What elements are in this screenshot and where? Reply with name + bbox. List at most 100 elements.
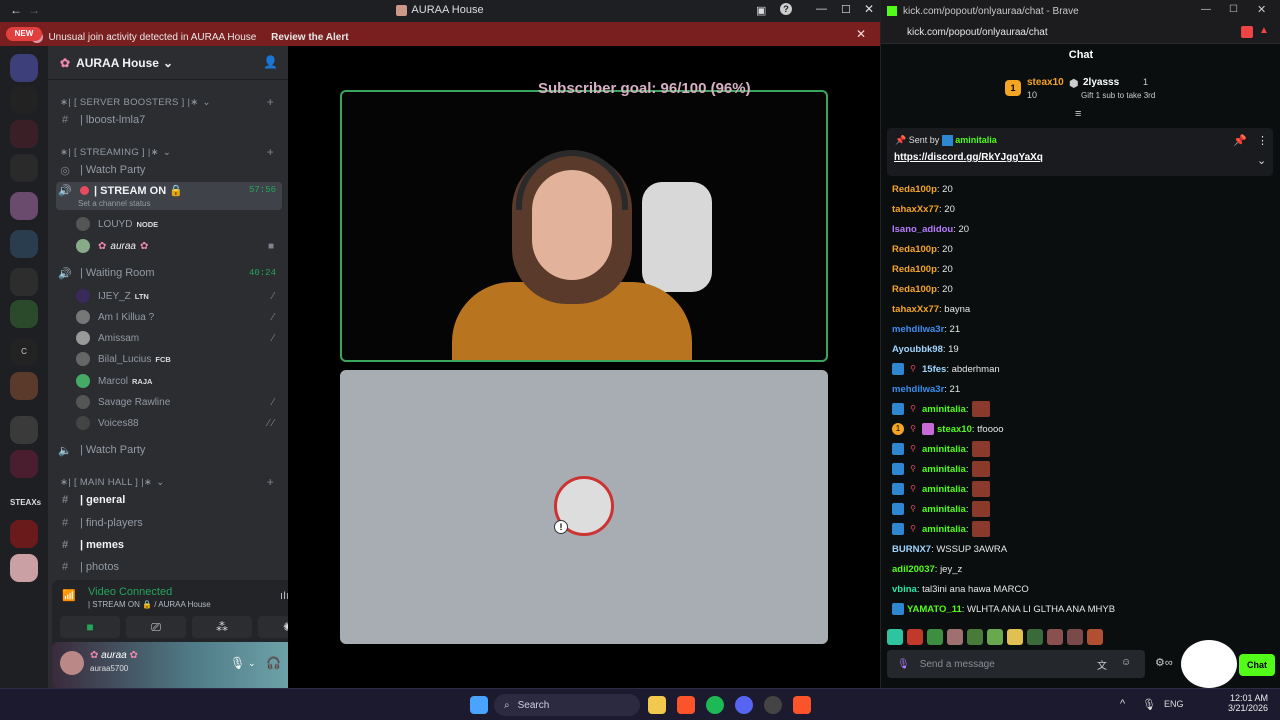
rewards-icon[interactable]: ▲ [1259, 25, 1269, 36]
voice-user[interactable]: Marcol RAJA [76, 371, 282, 391]
new-pill[interactable]: NEW [6, 27, 42, 41]
settings-icon[interactable]: ⚙∞ [1155, 656, 1173, 669]
dismiss-alert-icon[interactable]: ✕ [856, 27, 866, 41]
chat-username[interactable]: mehdilwa3r [892, 324, 944, 335]
video-tile[interactable]: ! [340, 370, 828, 644]
input-language[interactable]: ENG [1164, 699, 1184, 709]
chat-username[interactable]: Reda100p [892, 244, 937, 255]
channel-waiting-room[interactable]: 🔊 | Waiting Room 40:24 [56, 263, 282, 283]
expand-icon[interactable]: ≡ [1075, 108, 1081, 120]
close-icon[interactable]: ✕ [864, 2, 874, 16]
quick-emote[interactable] [987, 629, 1003, 645]
minimize-icon[interactable]: — [816, 3, 827, 15]
server-icon[interactable] [10, 450, 38, 478]
server-icon[interactable] [10, 372, 38, 400]
chat-message[interactable]: ⚲ 15fes: abderhman [892, 360, 1272, 380]
create-channel-icon[interactable]: + [267, 95, 274, 109]
voice-user[interactable]: Amissam ⁄ [76, 328, 282, 348]
file-explorer-icon[interactable] [648, 696, 666, 714]
unpin-icon[interactable]: 📌 [1233, 134, 1247, 147]
quick-emote[interactable] [907, 629, 923, 645]
chat-username[interactable]: 15fes [922, 364, 946, 375]
activities-button[interactable]: ⁂ [192, 616, 252, 638]
quick-emote[interactable] [1027, 629, 1043, 645]
chat-username[interactable]: adil20037 [892, 564, 935, 575]
taskbar-clock[interactable]: 12:01 AM 3/21/2026 [1228, 693, 1268, 713]
voice-user[interactable]: Bilal_Lucius FCB [76, 349, 282, 369]
voice-user[interactable]: LOUYD NODE [76, 214, 282, 234]
create-channel-icon[interactable]: + [267, 145, 274, 159]
channel-general[interactable]: # | general [56, 490, 282, 510]
channel-memes[interactable]: # | memes [56, 535, 282, 555]
discord-app-icon[interactable] [735, 696, 753, 714]
chat-message[interactable]: tahaxXx77: 20 [892, 200, 1272, 220]
chat-username[interactable]: aminitalia [922, 484, 966, 495]
brave-browser-icon[interactable] [677, 696, 695, 714]
server-icon[interactable] [10, 192, 38, 220]
inbox-icon[interactable]: ▣ [756, 4, 766, 17]
chat-username[interactable]: tahaxXx77 [892, 204, 939, 215]
voice-user[interactable]: IJEY_Z LTN ⁄ [76, 286, 282, 306]
avatar[interactable] [60, 651, 84, 675]
quick-emote[interactable] [947, 629, 963, 645]
spotify-icon[interactable] [706, 696, 724, 714]
server-icon[interactable] [10, 120, 38, 148]
taskbar-search[interactable]: ⌕ Search [494, 694, 640, 716]
server-icon[interactable] [10, 554, 38, 582]
server-icon[interactable] [10, 300, 38, 328]
brave-browser-icon[interactable] [793, 696, 811, 714]
server-icon[interactable] [10, 520, 38, 548]
close-icon[interactable]: ✕ [1257, 3, 1266, 16]
headphones-icon[interactable]: 🎧 [266, 656, 281, 670]
pinned-link[interactable]: https://discord.gg/RkYJggYaXq [894, 152, 1043, 163]
translate-icon[interactable]: 文 [1097, 657, 1107, 672]
invite-people-icon[interactable]: 👤 [263, 55, 278, 69]
channel-boost[interactable]: # | lboost-lmla7 [56, 110, 282, 130]
chat-message[interactable]: ⚲ aminitalia: [892, 460, 1272, 480]
chevron-down-icon[interactable]: ⌄ [248, 658, 256, 669]
pinned-sender[interactable]: aminitalia [955, 135, 997, 145]
voice-location[interactable]: | STREAM ON 🔒 / AURAA House [88, 600, 211, 609]
quick-emote[interactable] [1067, 629, 1083, 645]
voice-user[interactable]: Am I Killua ? ⁄ [76, 307, 282, 327]
chat-message[interactable]: adil20037: jey_z [892, 560, 1272, 580]
screen-share-button[interactable]: ⎚ [126, 616, 186, 638]
category-main-hall[interactable]: ∗| [ MAIN HALL ] |∗ ⌄ + [56, 472, 282, 492]
user-display-name[interactable]: ✿ auraa ✿ [90, 650, 138, 661]
chat-username[interactable]: aminitalia [922, 404, 966, 415]
steam-icon[interactable] [764, 696, 782, 714]
chat-username[interactable]: BURNX7 [892, 544, 931, 555]
chat-username[interactable]: Reda100p [892, 264, 937, 275]
chat-message[interactable]: 1 ⚲ steax10: tfoooo [892, 420, 1272, 440]
voice-user[interactable]: ✿ auraa ✿ ■ [76, 236, 282, 256]
windows-start-icon[interactable] [470, 696, 488, 714]
quick-emote[interactable] [967, 629, 983, 645]
maximize-icon[interactable]: ☐ [1229, 4, 1238, 15]
chat-message[interactable]: Reda100p: 20 [892, 260, 1272, 280]
show-hidden-icons[interactable]: ^ [1120, 698, 1125, 710]
chat-message[interactable]: BURNX7: WSSUP 3AWRA [892, 540, 1272, 560]
microphone-icon[interactable]: 🎙 [1142, 698, 1156, 711]
chat-username[interactable]: tahaxXx77 [892, 304, 939, 315]
chat-username[interactable]: YAMATO_11 [907, 604, 962, 615]
help-icon[interactable]: ? [780, 3, 792, 15]
chat-username[interactable]: aminitalia [922, 464, 966, 475]
quick-emote[interactable] [927, 629, 943, 645]
chat-message[interactable]: tahaxXx77: bayna [892, 300, 1272, 320]
chat-input[interactable]: 🎙 Send a message 文 ☺ [887, 650, 1145, 678]
channel-watch-party[interactable]: ◎ | Watch Party [56, 160, 282, 180]
server-icon[interactable]: C [10, 338, 38, 366]
second-gifter-name[interactable]: 2lyasss [1083, 77, 1119, 88]
emoji-icon[interactable]: ☺ [1121, 657, 1131, 668]
top-gifter-name[interactable]: steax10 [1027, 77, 1064, 88]
quick-emote[interactable] [1007, 629, 1023, 645]
server-icon[interactable] [10, 230, 38, 258]
quick-emote[interactable] [1087, 629, 1103, 645]
server-icon[interactable] [10, 86, 38, 114]
chat-username[interactable]: Ayoubbk98 [892, 344, 943, 355]
server-icon[interactable] [10, 416, 38, 444]
chat-message[interactable]: vbina: tal3ini ana hawa MARCO [892, 580, 1272, 600]
chat-message[interactable]: ⚲ aminitalia: [892, 520, 1272, 540]
chat-message[interactable]: ⚲ aminitalia: [892, 480, 1272, 500]
quick-emote[interactable] [1047, 629, 1063, 645]
